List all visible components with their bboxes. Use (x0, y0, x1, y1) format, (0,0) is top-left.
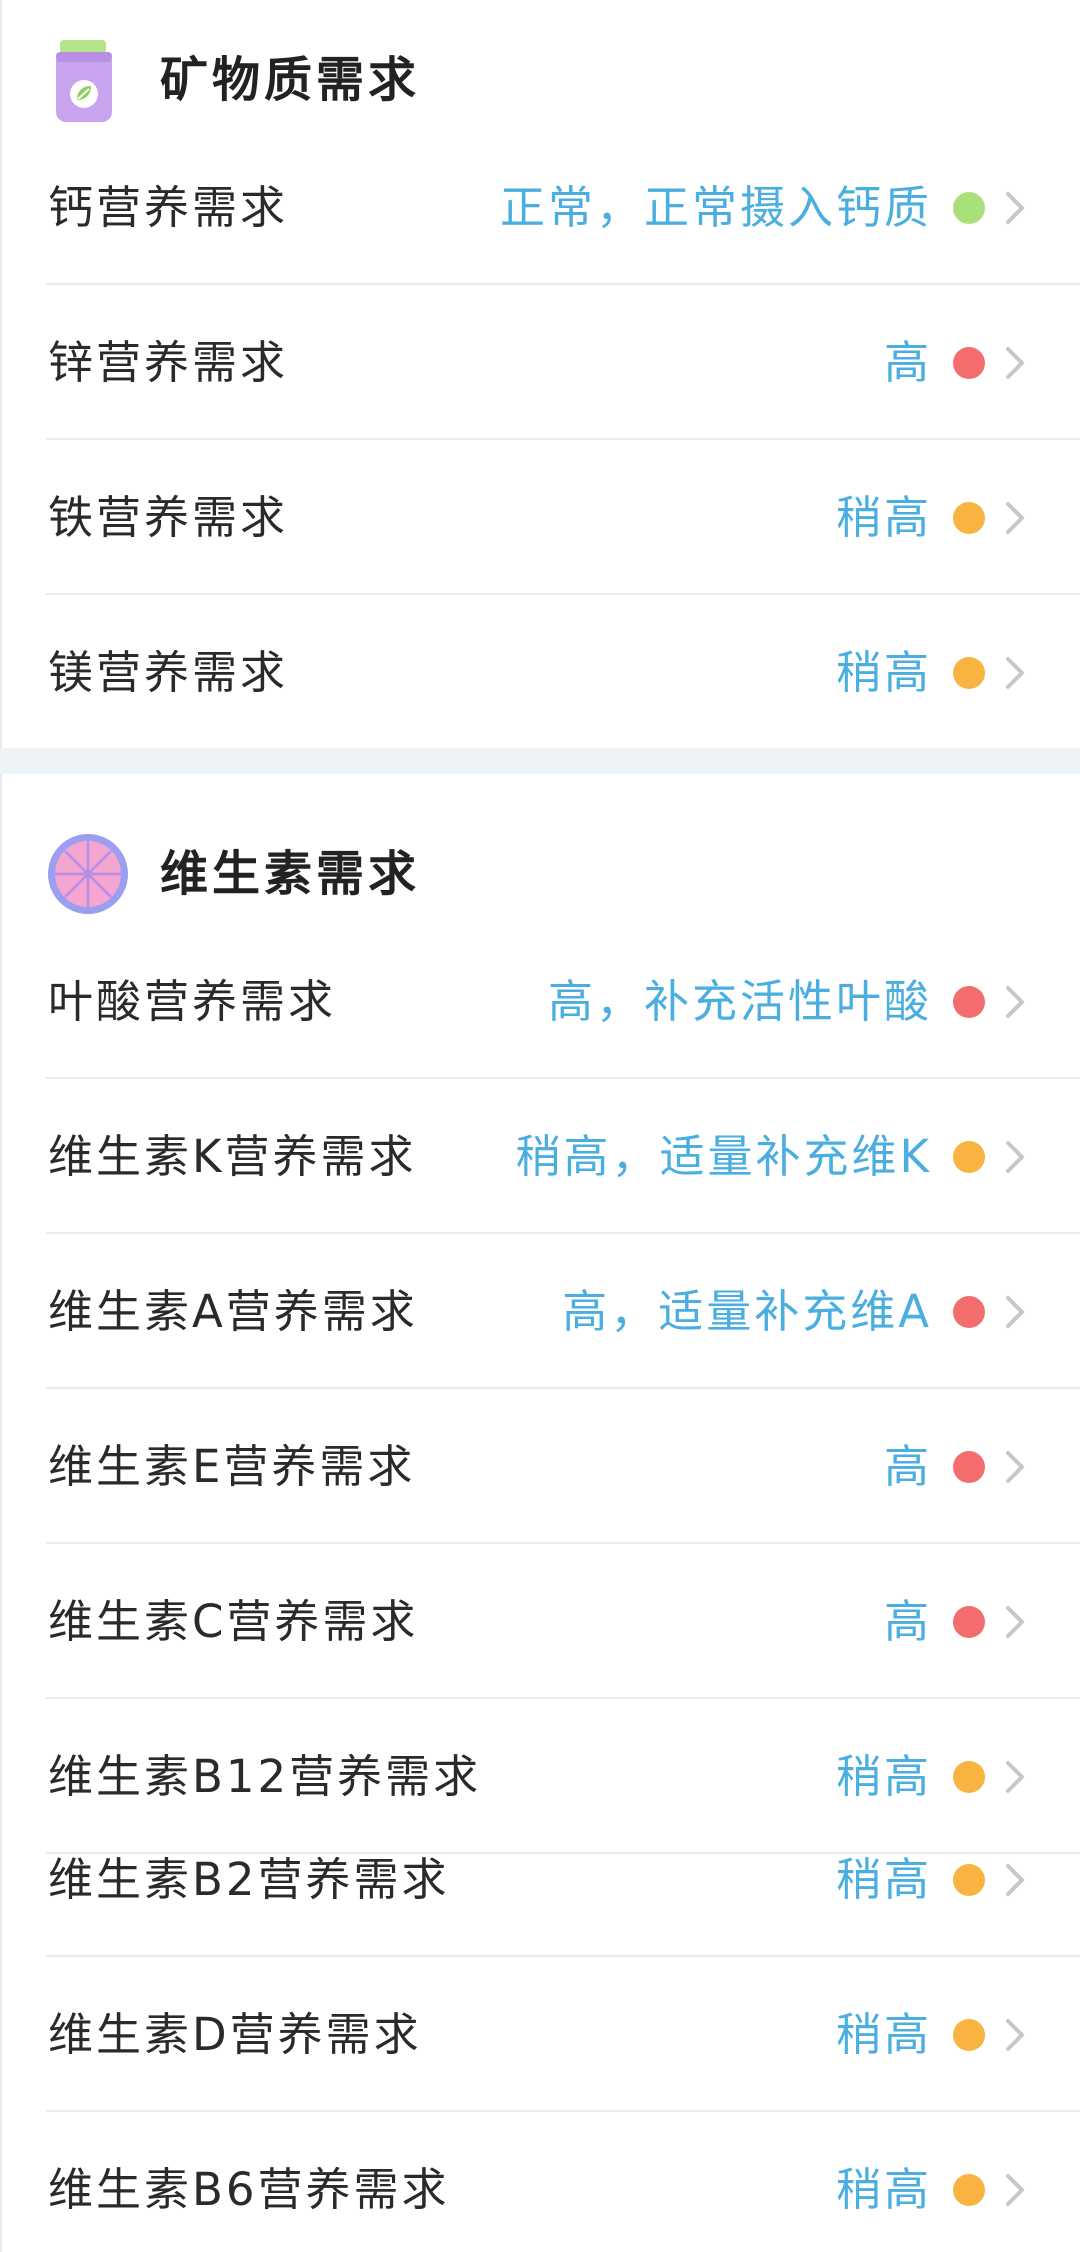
chevron-right-icon (996, 1290, 1036, 1334)
list-item-label: 钙营养需求 (48, 181, 289, 234)
status-dot-icon (953, 1864, 985, 1896)
minerals-section-title: 矿物质需求 (160, 52, 421, 108)
list-item[interactable]: 维生素A营养需求 高，适量补充维A (0, 1234, 1080, 1389)
chevron-right-icon (996, 341, 1036, 385)
chevron-right-icon (996, 651, 1036, 695)
list-item-value: 稍高 (835, 646, 932, 699)
list-item-label: 镁营养需求 (48, 646, 289, 699)
list-item-value: 稍高，适量补充维K (515, 1130, 932, 1183)
list-item[interactable]: 镁营养需求 稍高 (0, 595, 1080, 750)
list-item[interactable]: 锌营养需求 高 (0, 285, 1080, 440)
chevron-right-icon (996, 496, 1036, 540)
citrus-slice-icon (46, 832, 130, 922)
list-item-value: 高 (883, 1595, 932, 1648)
status-dot-icon (953, 657, 985, 689)
chevron-right-icon (996, 980, 1036, 1024)
status-dot-icon (953, 1296, 985, 1328)
nutrition-needs-page: 矿物质需求 钙营养需求 正常，正常摄入钙质 锌营养需求高铁营养需求 稍高 镁营养需求 稍高… (0, 0, 1080, 2252)
list-item-label: 维生素A营养需求 (48, 1285, 418, 1338)
list-item[interactable]: 维生素B2营养需求 稍高 (0, 1802, 1080, 1957)
status-dot-icon (953, 347, 985, 379)
list-item-label: 叶酸营养需求 (48, 975, 337, 1028)
list-item-value: 稍高 (835, 491, 932, 544)
list-item-value: 高 (883, 336, 932, 389)
minerals-section-header: 矿物质需求 (0, 0, 1080, 150)
list-item-value: 高，适量补充维A (562, 1285, 932, 1338)
status-dot-icon (953, 502, 985, 534)
supplement-bottle-icon (46, 36, 130, 126)
chevron-right-icon (996, 2168, 1036, 2212)
status-dot-icon (953, 1451, 985, 1483)
chevron-right-icon (996, 1755, 1036, 1799)
list-item[interactable]: 维生素B6营养需求 稍高 (0, 2112, 1080, 2252)
status-dot-icon (953, 1761, 985, 1793)
status-dot-icon (953, 2174, 985, 2206)
list-item-value: 稍高 (835, 2008, 932, 2061)
chevron-right-icon (996, 2013, 1036, 2057)
list-item[interactable]: 叶酸营养需求 高，补充活性叶酸 (0, 924, 1080, 1079)
chevron-right-icon (996, 1600, 1036, 1644)
list-item-label: 维生素K营养需求 (48, 1130, 417, 1183)
chevron-right-icon (996, 1858, 1036, 1902)
list-item[interactable]: 铁营养需求 稍高 (0, 440, 1080, 595)
list-item[interactable]: 维生素C营养需求 高 (0, 1544, 1080, 1699)
status-dot-icon (953, 1141, 985, 1173)
list-item-value: 稍高 (835, 1853, 932, 1906)
list-item-label: 维生素B6营养需求 (48, 2163, 450, 2216)
section-divider (0, 748, 1080, 774)
list-item-label: 维生素E营养需求 (48, 1440, 416, 1493)
list-item-value: 高 (883, 1440, 932, 1493)
status-dot-icon (953, 192, 985, 224)
chevron-right-icon (996, 1445, 1036, 1489)
chevron-right-icon (996, 1135, 1036, 1179)
list-item[interactable]: 维生素K营养需求 稍高，适量补充维K (0, 1079, 1080, 1234)
chevron-right-icon (996, 186, 1036, 230)
list-item[interactable]: 钙营养需求 正常，正常摄入钙质 (0, 130, 1080, 285)
vitamins-section-header: 维生素需求 (0, 794, 1080, 944)
status-dot-icon (953, 986, 985, 1018)
list-item[interactable]: 维生素D营养需求 稍高 (0, 1957, 1080, 2112)
list-item-label: 维生素C营养需求 (48, 1595, 419, 1648)
list-item-value: 稍高 (835, 2163, 932, 2216)
list-item-value: 高，补充活性叶酸 (547, 975, 932, 1028)
list-item-value: 正常，正常摄入钙质 (499, 181, 932, 234)
list-item[interactable]: 维生素E营养需求 高 (0, 1389, 1080, 1544)
status-dot-icon (953, 1606, 985, 1638)
list-item-label: 铁营养需求 (48, 491, 289, 544)
list-item-label: 维生素B2营养需求 (48, 1853, 450, 1906)
list-item-label: 维生素D营养需求 (48, 2008, 422, 2061)
list-item-label: 锌营养需求 (48, 336, 289, 389)
vitamins-section-title: 维生素需求 (160, 846, 421, 902)
status-dot-icon (953, 2019, 985, 2051)
